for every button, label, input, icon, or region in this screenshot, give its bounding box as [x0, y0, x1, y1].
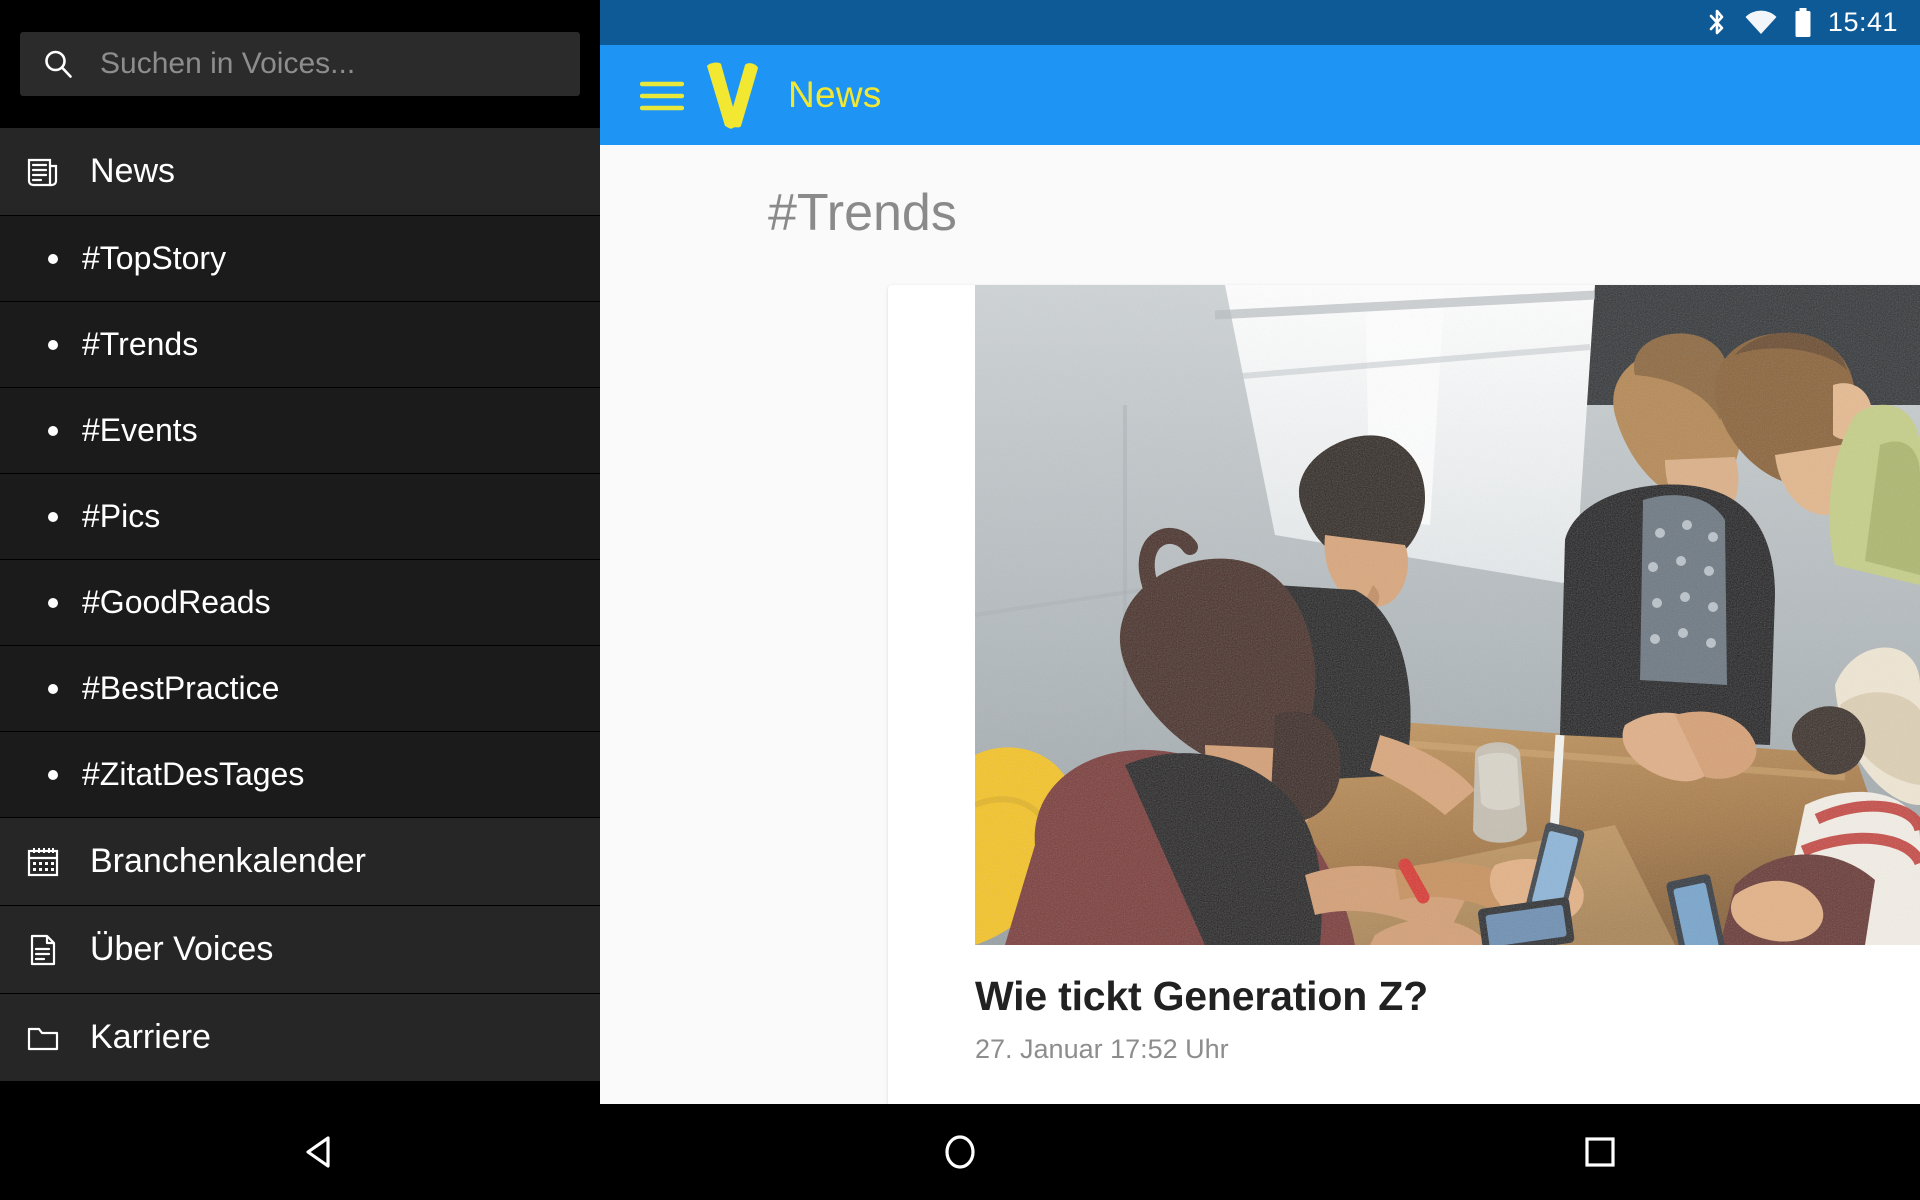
screen: 15:41 News #Trends Wie tickt Generation … [0, 0, 1920, 1200]
status-bar: 15:41 [600, 0, 1920, 45]
sidebar-subitem-zitatdestages[interactable]: #ZitatDesTages [0, 732, 600, 818]
bullet-icon [48, 511, 58, 522]
search-input[interactable] [74, 47, 580, 81]
bullet-icon [48, 683, 58, 694]
sidebar-item-ueber-voices[interactable]: Über Voices [0, 906, 600, 994]
sidebar-item-label: Karriere [90, 1018, 211, 1056]
newspaper-icon [26, 155, 68, 189]
voices-v-logo [704, 60, 760, 130]
sidebar-item-label: Branchenkalender [90, 842, 366, 880]
sidebar-subitem-label: #GoodReads [82, 584, 271, 620]
navigation-drawer: News #TopStory #Trends #Events #Pics #Go… [0, 0, 600, 1104]
search-icon [42, 48, 74, 80]
bullet-icon [48, 769, 58, 780]
recents-square-icon[interactable] [1500, 1104, 1700, 1200]
bullet-icon [48, 597, 58, 608]
sidebar-item-branchenkalender[interactable]: Branchenkalender [0, 818, 600, 906]
bullet-icon [48, 339, 58, 350]
article-title[interactable]: Wie tickt Generation Z? [975, 973, 1920, 1020]
sidebar-subitem-label: #TopStory [82, 240, 227, 276]
sidebar-subitem-topstory[interactable]: #TopStory [0, 216, 600, 302]
battery-icon [1794, 7, 1812, 38]
content-area: #Trends Wie tickt Generation Z? 27. Janu… [600, 145, 1920, 1104]
sidebar-subitem-events[interactable]: #Events [0, 388, 600, 474]
sidebar-item-label: Über Voices [90, 930, 274, 968]
sidebar-item-label: News [90, 152, 176, 190]
sidebar-subitem-bestpractice[interactable]: #BestPractice [0, 646, 600, 732]
wifi-icon [1744, 10, 1778, 36]
sidebar-subitem-label: #BestPractice [82, 670, 280, 706]
system-navigation-bar [0, 1104, 1920, 1200]
back-triangle-icon[interactable] [220, 1104, 420, 1200]
article-card[interactable]: Wie tickt Generation Z? 27. Januar 17:52… [888, 285, 1920, 1104]
article-date: 27. Januar 17:52 Uhr [975, 1034, 1229, 1064]
sidebar-subitem-trends[interactable]: #Trends [0, 302, 600, 388]
calendar-icon [26, 845, 68, 879]
app-bar: News [600, 45, 1920, 145]
bullet-icon [48, 425, 58, 436]
search-bar-container [0, 0, 600, 128]
hamburger-menu-icon[interactable] [639, 80, 685, 117]
home-circle-icon[interactable] [860, 1104, 1060, 1200]
search-box[interactable] [20, 32, 580, 96]
folder-icon [26, 1021, 68, 1055]
sidebar-subitem-label: #Trends [82, 326, 199, 362]
sidebar-subitem-pics[interactable]: #Pics [0, 474, 600, 560]
sidebar-subitem-goodreads[interactable]: #GoodReads [0, 560, 600, 646]
sidebar-subitem-label: #Pics [82, 498, 161, 534]
page-title: #Trends [768, 184, 957, 242]
status-bar-clock: 15:41 [1827, 7, 1898, 37]
bluetooth-icon [1706, 8, 1728, 38]
article-text-block: Wie tickt Generation Z? 27. Januar 17:52… [975, 973, 1920, 1065]
document-icon [26, 933, 68, 967]
bullet-icon [48, 253, 58, 264]
app-window: 15:41 News #Trends Wie tickt Generation … [0, 0, 1920, 1104]
sidebar-item-news[interactable]: News [0, 128, 600, 216]
app-bar-title: News [788, 74, 882, 115]
article-image [975, 285, 1920, 945]
sidebar-subitem-label: #ZitatDesTages [82, 756, 305, 792]
sidebar-item-karriere[interactable]: Karriere [0, 994, 600, 1082]
sidebar-subitem-label: #Events [82, 412, 198, 448]
